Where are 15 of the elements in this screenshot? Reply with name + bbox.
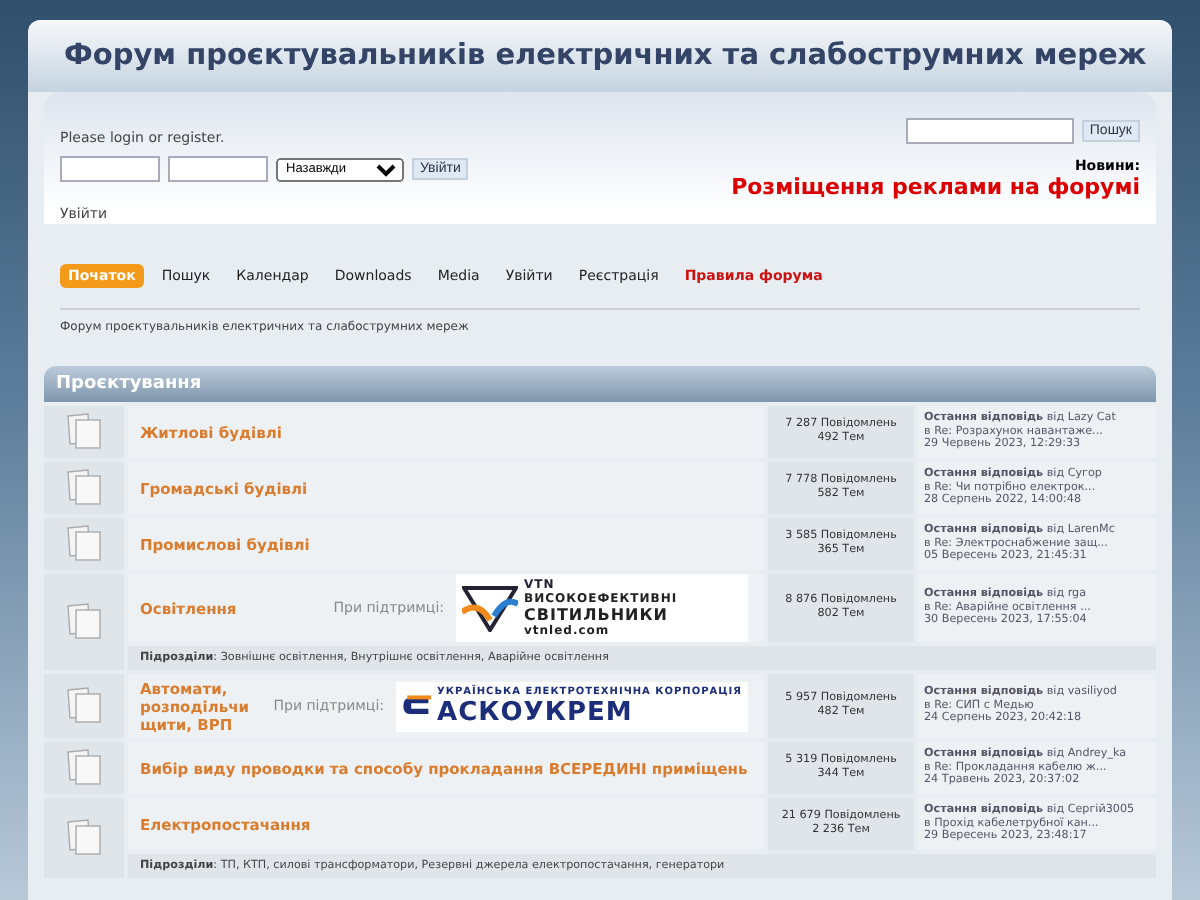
board-icon [62, 818, 106, 858]
news-text[interactable]: Розміщення реклами на форумі [731, 174, 1140, 200]
username-field[interactable] [60, 156, 160, 182]
board-icon [62, 412, 106, 452]
board-icon [62, 468, 106, 508]
banner-text: АСКОУКРЕМ [437, 697, 635, 727]
triangle-logo-icon [462, 584, 518, 632]
password-field[interactable] [168, 156, 268, 182]
board-icon [62, 602, 106, 642]
banner-text: СВІТИЛЬНИКИ [524, 606, 670, 624]
search-field[interactable] [905, 118, 1074, 144]
board-icon [62, 524, 106, 564]
forum-title: Форум проєктувальників електричних та слабострумних мереж [64, 40, 1147, 72]
board-icon [62, 748, 106, 788]
board-icon [62, 686, 106, 726]
